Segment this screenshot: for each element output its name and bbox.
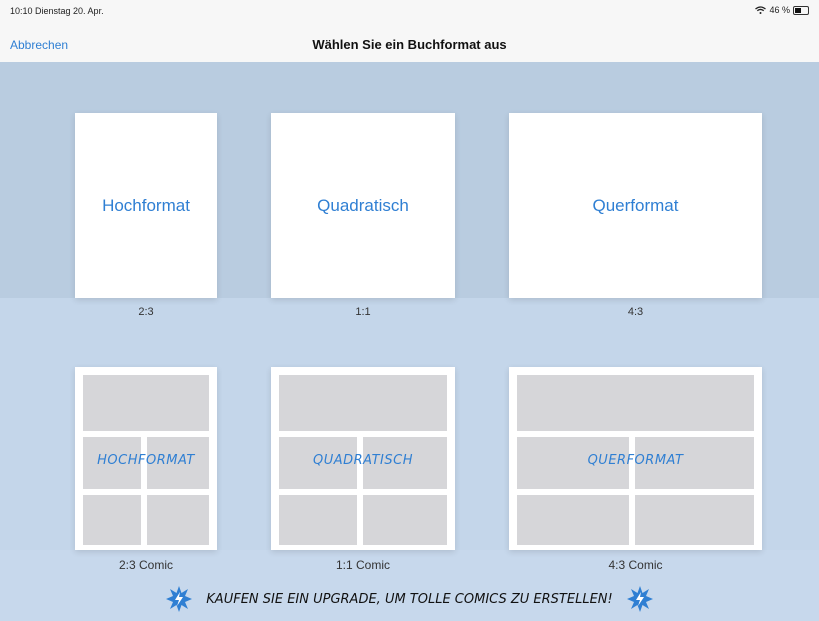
comic-card-portrait[interactable]: HOCHFORMAT — [75, 367, 217, 550]
comic-card-landscape[interactable]: QUERFORMAT — [509, 367, 762, 550]
lightning-burst-icon — [627, 586, 654, 612]
comic-ratio: 2:3 Comic — [118, 558, 174, 572]
format-card-square[interactable]: Quadratisch — [271, 113, 455, 298]
format-label: Querformat — [592, 195, 679, 215]
upgrade-banner[interactable]: KAUFEN SIE EIN UPGRADE, UM TOLLE COMICS … — [0, 586, 819, 612]
comic-panel — [279, 375, 447, 431]
comic-panel — [83, 495, 141, 545]
lightning-burst-icon — [165, 586, 192, 612]
comic-panel — [635, 495, 754, 545]
format-ratio: 1:1 — [355, 306, 371, 318]
format-card-portrait[interactable]: Hochformat — [75, 113, 217, 298]
comic-panel — [83, 375, 209, 431]
comic-panel — [517, 375, 754, 431]
comic-ratio: 1:1 Comic — [335, 558, 391, 572]
format-card-landscape[interactable]: Querformat — [509, 113, 762, 298]
status-bar: 10:10 Dienstag 20. Apr. 46 % — [0, 0, 819, 22]
comic-panel — [147, 495, 209, 545]
battery-percent: 46 % — [769, 5, 790, 15]
comic-label: HOCHFORMAT — [97, 453, 195, 468]
comic-card-square[interactable]: QUADRATISCH — [271, 367, 455, 550]
comic-label: QUADRATISCH — [312, 453, 413, 468]
comic-panel — [517, 495, 629, 545]
page-title: Wählen Sie ein Buchformat aus — [312, 37, 507, 52]
format-label: Quadratisch — [317, 195, 409, 215]
comic-ratio: 4:3 Comic — [608, 558, 663, 572]
format-ratio: 2:3 — [138, 306, 154, 318]
wifi-icon — [755, 6, 767, 14]
upgrade-text: KAUFEN SIE EIN UPGRADE, UM TOLLE COMICS … — [206, 591, 613, 607]
comic-label: QUERFORMAT — [587, 453, 684, 468]
comic-panel — [363, 495, 447, 545]
comic-panel — [279, 495, 357, 545]
battery-icon — [793, 5, 809, 15]
navigation-bar: Abbrechen Wählen Sie ein Buchformat aus — [0, 22, 819, 62]
format-ratio: 4:3 — [627, 306, 644, 318]
status-time: 10:10 Dienstag 20. Apr. — [10, 6, 104, 16]
format-label: Hochformat — [102, 195, 190, 215]
